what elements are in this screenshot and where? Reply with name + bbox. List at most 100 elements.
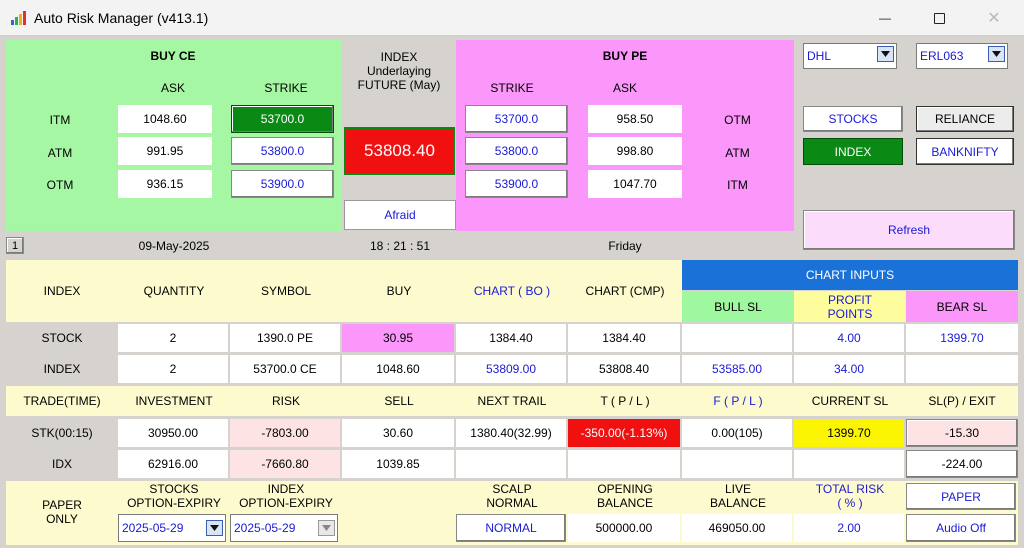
- row-label-stk: STK(00:15): [31, 426, 93, 440]
- header-trade-time: TRADE(TIME): [23, 394, 101, 408]
- header-chart-cmp: CHART (CMP): [585, 284, 665, 298]
- ce-strike-button-itm[interactable]: 53700.0: [231, 105, 334, 133]
- idx-f-pl: [682, 450, 792, 478]
- header-chart-inputs: CHART INPUTS: [682, 260, 1018, 290]
- pe-strike-button-atm[interactable]: 53800.0: [465, 137, 568, 165]
- row-label-index: INDEX: [43, 362, 81, 376]
- stk-exit-button[interactable]: -15.30: [906, 419, 1018, 447]
- total-risk-value[interactable]: 2.00: [794, 514, 904, 542]
- index-bull-sl[interactable]: 53585.00: [682, 355, 792, 383]
- header-risk: RISK: [271, 394, 300, 408]
- index-expiry-dropdown[interactable]: 2025-05-29: [230, 514, 338, 542]
- window-title: Auto Risk Manager (v413.1): [34, 10, 209, 26]
- paper-only-label: PAPER ONLY: [42, 498, 82, 526]
- idx-exit-button[interactable]: -224.00: [906, 450, 1018, 478]
- stock-bull-sl[interactable]: [682, 324, 792, 352]
- index-expiry-value: 2025-05-29: [234, 521, 296, 535]
- app-chart-icon: [11, 11, 26, 25]
- stk-t-pl: -350.00(-1.13%): [568, 419, 680, 447]
- stocks-expiry-dropdown[interactable]: 2025-05-29: [118, 514, 226, 542]
- pe-ask-value: 1047.70: [588, 170, 682, 198]
- header-quantity: QUANTITY: [143, 284, 205, 298]
- buy-ce-panel: [6, 40, 342, 231]
- title-bar: Auto Risk Manager (v413.1) — ✕: [0, 0, 1024, 36]
- pe-strike-button-otm[interactable]: 53700.0: [465, 105, 568, 133]
- small-counter-button[interactable]: 1: [6, 237, 24, 254]
- stock-buy: 30.95: [342, 324, 454, 352]
- header-current-sl: CURRENT SL: [811, 394, 889, 408]
- reliance-button[interactable]: RELIANCE: [916, 106, 1014, 132]
- stock-symbol: 1390.0 PE: [230, 324, 340, 352]
- index-expiry-label: INDEX OPTION-EXPIRY: [239, 482, 333, 510]
- stock-quantity: 2: [118, 324, 228, 352]
- stk-risk: -7803.00: [230, 419, 340, 447]
- close-button[interactable]: ✕: [971, 0, 1017, 36]
- ce-strike-button-otm[interactable]: 53900.0: [231, 170, 334, 198]
- live-balance-value: 469050.00: [682, 514, 792, 542]
- underlaying-label: Underlaying: [366, 64, 432, 78]
- banknifty-button[interactable]: BANKNIFTY: [916, 138, 1014, 165]
- pe-ask-value: 958.50: [588, 105, 682, 133]
- stocks-button[interactable]: STOCKS: [803, 106, 903, 132]
- account-dropdown-value: ERL063: [920, 49, 964, 63]
- chevron-down-icon[interactable]: [318, 520, 335, 536]
- stock-bear-sl[interactable]: 1399.70: [906, 324, 1018, 352]
- header-bull-sl: BULL SL: [682, 291, 794, 322]
- total-risk-label: TOTAL RISK ( % ): [815, 482, 885, 510]
- index-profit-points[interactable]: 34.00: [794, 355, 904, 383]
- idx-current-sl: [794, 450, 904, 478]
- pe-ask-value: 998.80: [588, 137, 682, 165]
- symbol-dropdown[interactable]: DHL: [803, 43, 897, 69]
- ce-ask-value: 936.15: [118, 170, 212, 198]
- minimize-icon: —: [879, 11, 891, 25]
- index-chart-bo: 53809.00: [456, 355, 566, 383]
- stk-investment: 30950.00: [118, 419, 228, 447]
- pe-row-label: OTM: [724, 113, 751, 127]
- ce-row-label: OTM: [46, 178, 74, 192]
- stock-profit-points[interactable]: 4.00: [794, 324, 904, 352]
- pe-strike-button-itm[interactable]: 53900.0: [465, 170, 568, 198]
- minimize-button[interactable]: —: [862, 0, 908, 36]
- ce-strike-button-atm[interactable]: 53800.0: [231, 137, 334, 165]
- index-buy: 1048.60: [342, 355, 454, 383]
- idx-investment: 62916.00: [118, 450, 228, 478]
- scalp-normal-button[interactable]: NORMAL: [456, 514, 566, 542]
- chevron-down-icon[interactable]: [206, 520, 223, 536]
- index-label: INDEX: [380, 50, 418, 64]
- status-time: 18 : 21 : 51: [369, 239, 431, 253]
- maximize-icon: [933, 12, 945, 24]
- buy-ce-ask-header: ASK: [160, 81, 185, 95]
- index-bear-sl[interactable]: [906, 355, 1018, 383]
- maximize-button[interactable]: [916, 0, 962, 36]
- stk-sell: 30.60: [342, 419, 454, 447]
- idx-risk: -7660.80: [230, 450, 340, 478]
- index-symbol: 53700.0 CE: [230, 355, 340, 383]
- status-day: Friday: [608, 239, 642, 253]
- stock-chart-bo: 1384.40: [456, 324, 566, 352]
- scalp-label: SCALP NORMAL: [486, 482, 538, 510]
- row-label-stock: STOCK: [41, 331, 83, 345]
- opening-balance-label: OPENING BALANCE: [596, 482, 654, 510]
- account-dropdown[interactable]: ERL063: [916, 43, 1008, 69]
- chevron-down-icon[interactable]: [877, 46, 894, 62]
- pe-row-label: ATM: [725, 146, 750, 160]
- chevron-down-icon[interactable]: [988, 46, 1005, 62]
- header-symbol: SYMBOL: [260, 284, 311, 298]
- header-buy: BUY: [386, 284, 412, 298]
- stock-chart-cmp: 1384.40: [568, 324, 680, 352]
- app-window: Auto Risk Manager (v413.1) — ✕ BUY CE AS…: [0, 0, 1024, 548]
- paper-button[interactable]: PAPER: [906, 483, 1016, 510]
- idx-next-trail: [456, 450, 566, 478]
- audio-off-button[interactable]: Audio Off: [906, 514, 1016, 542]
- header-f-pl: F ( P / L ): [713, 394, 763, 408]
- index-chart-cmp: 53808.40: [568, 355, 680, 383]
- index-button[interactable]: INDEX: [803, 138, 903, 165]
- buy-pe-ask-header: ASK: [612, 81, 637, 95]
- buy-ce-title: BUY CE: [150, 49, 196, 63]
- buy-ce-strike-header: STRIKE: [264, 81, 308, 95]
- idx-t-pl: [568, 450, 680, 478]
- row-label-idx: IDX: [51, 457, 72, 471]
- mood-button[interactable]: Afraid: [344, 200, 456, 230]
- stk-f-pl: 0.00(105): [682, 419, 792, 447]
- refresh-button[interactable]: Refresh: [803, 210, 1015, 250]
